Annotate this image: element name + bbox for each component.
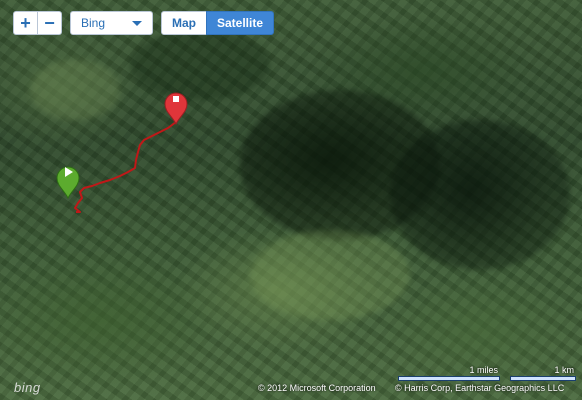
chevron-down-icon xyxy=(132,21,142,26)
scale-label-miles: 1 miles xyxy=(469,365,498,375)
satellite-map[interactable]: + − Bing Map Satellite 1 miles 1 km bing… xyxy=(0,0,582,400)
scale-bar-miles xyxy=(398,376,500,381)
satellite-type-button[interactable]: Satellite xyxy=(206,11,274,35)
route-layer xyxy=(56,92,188,213)
stop-icon xyxy=(173,96,179,102)
map-type-button[interactable]: Map xyxy=(161,11,207,35)
scale-bar-km xyxy=(510,376,576,381)
copyright-harris[interactable]: © Harris Corp, Earthstar Geographics LLC xyxy=(395,383,564,393)
route-path xyxy=(74,121,177,213)
zoom-out-button[interactable]: − xyxy=(37,11,62,35)
end-marker[interactable] xyxy=(164,92,188,126)
map-source-label: Bing xyxy=(81,16,106,30)
scale-label-km: 1 km xyxy=(554,365,574,375)
bing-logo: bing xyxy=(14,380,41,395)
zoom-in-button[interactable]: + xyxy=(13,11,38,35)
start-marker[interactable] xyxy=(56,166,80,200)
copyright-microsoft: © 2012 Microsoft Corporation xyxy=(258,383,376,393)
map-source-dropdown[interactable]: Bing xyxy=(70,11,153,35)
